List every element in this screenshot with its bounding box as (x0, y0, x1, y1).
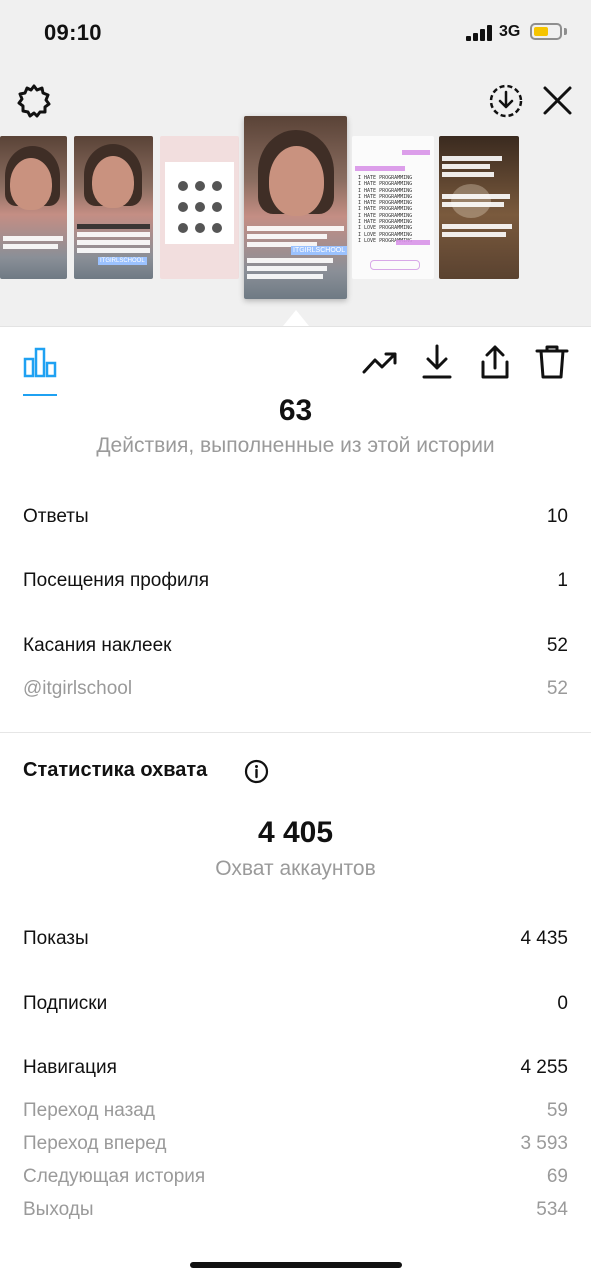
navigation-value: 4 255 (520, 1057, 568, 1078)
sticker-label: ITGIRLSCHOOL (291, 246, 347, 255)
selected-pointer (283, 310, 309, 326)
story-thumbnail[interactable]: ITGIRLSCHOOL (74, 136, 153, 279)
close-icon[interactable] (541, 84, 574, 117)
sticker-account-value: 52 (546, 678, 568, 699)
sticker-account-label[interactable]: @itgirlschool (23, 678, 132, 700)
profile-visits-label: Посещения профиля (23, 570, 209, 591)
bar-chart-icon[interactable] (23, 345, 57, 379)
exits-label: Выходы (23, 1199, 94, 1220)
profile-visits-value: 1 (557, 570, 568, 591)
follows-value: 0 (557, 993, 568, 1014)
home-indicator[interactable] (190, 1262, 402, 1268)
next-story-value: 69 (546, 1166, 568, 1187)
story-thumbnail-selected[interactable]: ITGIRLSCHOOL (244, 116, 347, 299)
next-story-label: Следующая история (23, 1166, 206, 1187)
follows-label: Подписки (23, 993, 108, 1014)
forward-label: Переход вперед (23, 1133, 167, 1154)
section-divider (0, 732, 591, 733)
impressions-value: 4 435 (520, 928, 568, 949)
sticker-taps-value: 52 (546, 635, 568, 656)
network-type: 3G (499, 23, 521, 40)
story-thumbnail[interactable] (439, 136, 519, 279)
download-circle-icon[interactable] (488, 83, 524, 119)
forward-value: 3 593 (520, 1133, 568, 1154)
actions-total: 63 (278, 394, 313, 427)
replies-value: 10 (546, 506, 568, 527)
story-thumbnail[interactable] (160, 136, 239, 279)
replies-label: Ответы (23, 506, 89, 527)
battery-icon (530, 23, 562, 40)
trash-icon[interactable] (535, 344, 569, 380)
story-thumbnail[interactable]: I HATE PROGRAMMING I HATE PROGRAMMING I … (352, 136, 434, 279)
impressions-label: Показы (23, 928, 89, 949)
reach-title: Статистика охвата (23, 759, 208, 781)
gear-icon[interactable] (16, 83, 52, 119)
info-icon[interactable] (244, 759, 269, 784)
back-label: Переход назад (23, 1100, 155, 1121)
exits-value: 534 (536, 1199, 568, 1220)
status-time: 09:10 (44, 20, 102, 45)
trending-up-icon[interactable] (362, 348, 398, 376)
sticker-label: ITGIRLSCHOOL (98, 257, 147, 265)
reach-total: 4 405 (257, 816, 334, 849)
navigation-label: Навигация (23, 1057, 117, 1078)
share-icon[interactable] (479, 344, 511, 380)
reach-caption: Охват аккаунтов (215, 857, 376, 880)
actions-caption: Действия, выполненные из этой истории (96, 434, 495, 457)
download-icon[interactable] (421, 344, 453, 380)
sticker-taps-label: Касания наклеек (23, 635, 172, 656)
back-value: 59 (546, 1100, 568, 1121)
story-thumbnail[interactable] (0, 136, 67, 279)
signal-icon (466, 25, 494, 41)
